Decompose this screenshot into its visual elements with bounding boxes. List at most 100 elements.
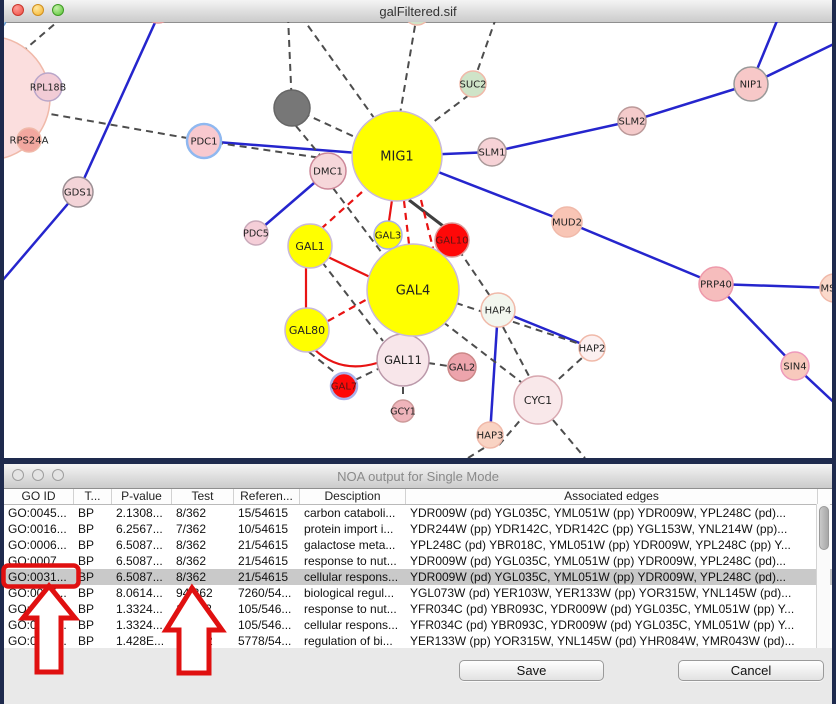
table-row[interactable]: GO:0031...BP1.3324...11/362105/546...res… — [4, 601, 832, 617]
table-row[interactable]: GO:0007...BP6.5087...8/36221/54615respon… — [4, 553, 832, 569]
noa-window-titlebar[interactable]: NOA output for Single Mode — [4, 464, 832, 489]
edge-dash[interactable] — [428, 363, 448, 366]
vertical-scrollbar[interactable] — [816, 504, 830, 648]
edge-dash[interactable] — [355, 368, 380, 380]
cell-associated_edges: YFR034C (pd) YBR093C, YDR009W (pd) YGL03… — [406, 617, 818, 633]
node-label-GCY1: GCY1 — [390, 406, 416, 417]
button-bar: Save Cancel — [4, 648, 832, 704]
edge-dash[interactable] — [477, 22, 496, 72]
cell-go_id: GO:0045... — [4, 505, 74, 521]
cell-type: BP — [74, 537, 112, 553]
cell-reference: 105/546... — [234, 617, 300, 633]
cell-p_value: 8.0614... — [112, 585, 172, 601]
cell-associated_edges: YER133W (pp) YOR315W, YNL145W (pd) YHR08… — [406, 633, 818, 649]
cell-go_id: GO:0031... — [4, 601, 74, 617]
column-header-2[interactable]: P-value — [112, 489, 172, 504]
node-label-MIG1: MIG1 — [380, 150, 413, 165]
edge-blue[interactable] — [490, 310, 498, 435]
close-button[interactable] — [12, 469, 24, 481]
cell-type: BP — [74, 617, 112, 633]
network-window: galFiltered.sif RPL18BRPS24AGDS1PDC1PDC5… — [4, 0, 832, 458]
edge-dash[interactable] — [400, 22, 417, 114]
edge-reddash[interactable] — [328, 297, 371, 321]
node-label-SUC2: SUC2 — [459, 80, 486, 91]
network-graph[interactable]: RPL18BRPS24AGDS1PDC1PDC5DMC1SUC2SLM1SLM2… — [4, 22, 832, 458]
node-label-MUD2: MUD2 — [552, 218, 582, 229]
table-row[interactable]: GO:0006...BP6.5087...8/36221/54615galact… — [4, 537, 832, 553]
column-header-3[interactable]: Test — [172, 489, 234, 504]
cell-type: BP — [74, 569, 112, 585]
window-controls-inactive — [12, 469, 64, 481]
cell-reference: 21/54615 — [234, 553, 300, 569]
table-row[interactable]: GO:0065...BP8.0614...94/3627260/54...bio… — [4, 585, 832, 601]
cell-test: 8/362 — [172, 553, 234, 569]
table-row[interactable]: GO:0031...BP6.5087...8/36221/54615cellul… — [4, 569, 832, 585]
cell-go_id: GO:0031... — [4, 569, 74, 585]
noa-window: NOA output for Single Mode GO IDT...P-va… — [4, 464, 832, 704]
column-header-1[interactable]: T... — [74, 489, 112, 504]
cell-reference: 105/546... — [234, 601, 300, 617]
column-header-6[interactable]: Associated edges — [406, 489, 818, 504]
column-header-5[interactable]: Desciption — [300, 489, 406, 504]
cell-reference: 15/54615 — [234, 505, 300, 521]
cell-description: cellular respons... — [300, 569, 406, 585]
edge-blue[interactable] — [567, 222, 716, 284]
node-gray-node[interactable] — [274, 90, 310, 126]
cell-go_id: GO:0007... — [4, 553, 74, 569]
edge-dash[interactable] — [301, 22, 377, 122]
cell-associated_edges: YDR009W (pd) YGL035C, YML051W (pp) YDR00… — [406, 553, 818, 569]
node-label-RPS24A: RPS24A — [10, 136, 49, 147]
edge-dash[interactable] — [503, 327, 530, 378]
edge-dash[interactable] — [456, 303, 580, 344]
cell-p_value: 6.5087... — [112, 537, 172, 553]
cancel-button[interactable]: Cancel — [678, 660, 824, 681]
cell-associated_edges: YFR034C (pd) YBR093C, YDR009W (pd) YGL03… — [406, 601, 818, 617]
cell-type: BP — [74, 601, 112, 617]
table-row[interactable]: GO:0050...BP1.428E...80/3625778/54...reg… — [4, 633, 832, 649]
network-window-titlebar[interactable]: galFiltered.sif — [4, 0, 832, 23]
table-row[interactable]: GO:0031...BP1.3324...11/362105/546...cel… — [4, 617, 832, 633]
edge-blue[interactable] — [492, 121, 632, 152]
cell-description: galactose meta... — [300, 537, 406, 553]
cell-test: 94/362 — [172, 585, 234, 601]
edge-dash[interactable] — [468, 448, 484, 458]
zoom-button[interactable] — [52, 469, 64, 481]
edge-reddash[interactable] — [404, 201, 409, 244]
minimize-button[interactable] — [32, 469, 44, 481]
node-top-green[interactable] — [404, 22, 430, 25]
edge-blue[interactable] — [632, 84, 751, 121]
node-left-tiny[interactable] — [4, 22, 6, 28]
edge-dash[interactable] — [553, 420, 585, 458]
node-label-SLM2: SLM2 — [619, 117, 646, 128]
edge-red[interactable] — [389, 200, 392, 221]
close-button[interactable] — [12, 4, 24, 16]
cell-reference: 5778/54... — [234, 633, 300, 649]
table-header[interactable]: GO IDT...P-valueTestReferen...Desciption… — [4, 489, 832, 505]
edge-blue[interactable] — [4, 192, 78, 288]
node-label-SLM1: SLM1 — [479, 148, 506, 159]
cell-description: response to nut... — [300, 553, 406, 569]
table-row[interactable]: GO:0045...BP2.1308...8/36215/54615carbon… — [4, 505, 832, 521]
scrollbar-thumb[interactable] — [819, 506, 829, 550]
save-button[interactable]: Save — [459, 660, 604, 681]
column-header-0[interactable]: GO ID — [4, 489, 74, 504]
cell-description: regulation of bi... — [300, 633, 406, 649]
edge-reddash[interactable] — [421, 200, 433, 248]
zoom-button[interactable] — [52, 4, 64, 16]
cell-type: BP — [74, 633, 112, 649]
noa-window-title: NOA output for Single Mode — [337, 469, 499, 484]
edge-dash[interactable] — [432, 95, 469, 123]
edge-dash[interactable] — [333, 188, 385, 257]
column-header-4[interactable]: Referen... — [234, 489, 300, 504]
edge-red[interactable] — [328, 257, 370, 277]
cell-description: carbon cataboli... — [300, 505, 406, 521]
cell-associated_edges: YDR009W (pd) YGL035C, YML051W (pp) YDR00… — [406, 569, 818, 585]
edge-reddash[interactable] — [322, 192, 362, 228]
edge-blue[interactable] — [78, 22, 158, 192]
minimize-button[interactable] — [32, 4, 44, 16]
node-top-pink[interactable] — [145, 22, 171, 23]
noa-results-table: GO IDT...P-valueTestReferen...Desciption… — [4, 489, 832, 649]
node-label-PDC1: PDC1 — [190, 137, 217, 148]
table-row[interactable]: GO:0016...BP6.2567...7/36210/54615protei… — [4, 521, 832, 537]
cell-test: 8/362 — [172, 505, 234, 521]
